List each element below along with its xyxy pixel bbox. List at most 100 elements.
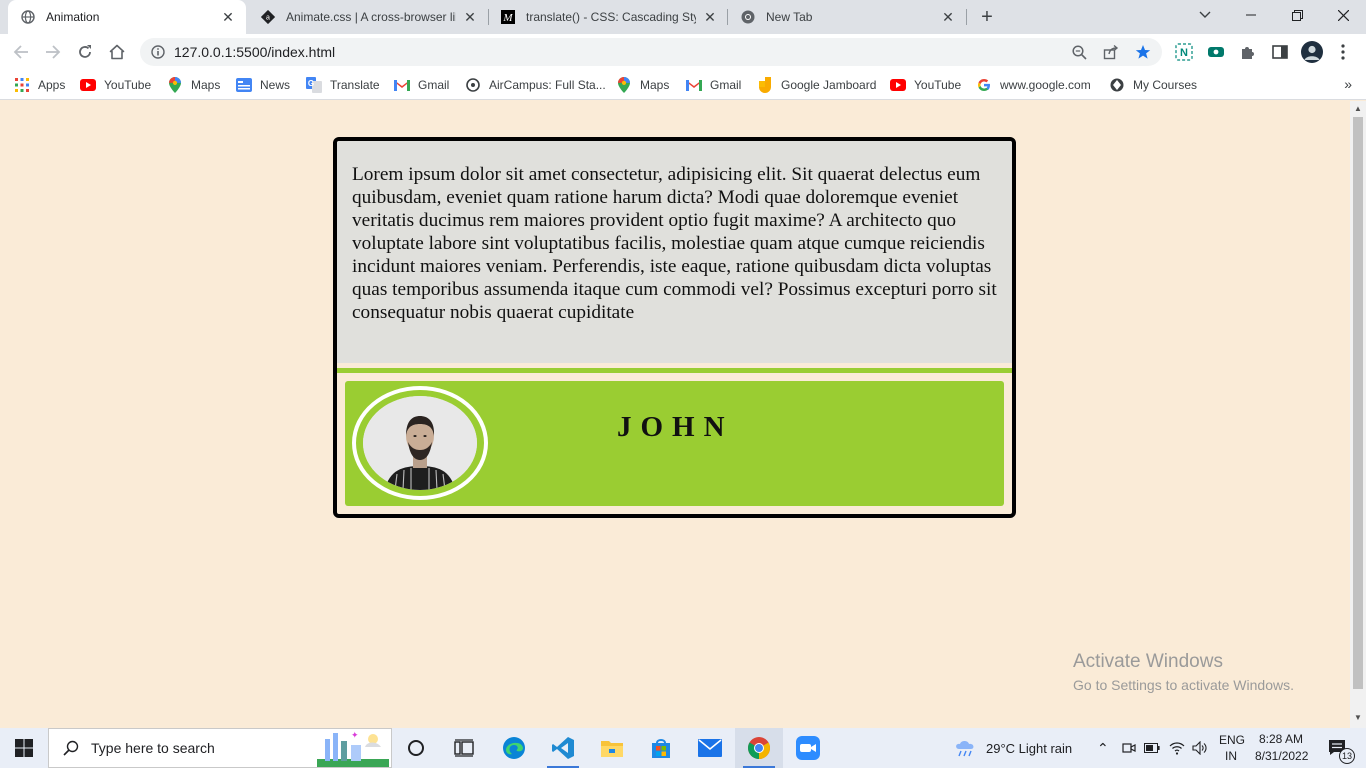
- new-tab-button[interactable]: +: [975, 5, 999, 29]
- svg-text:N: N: [1180, 47, 1188, 59]
- bookmark-label: Maps: [191, 78, 221, 92]
- notification-center-button[interactable]: 13: [1318, 728, 1358, 768]
- home-icon: [109, 44, 125, 60]
- bookmark-news[interactable]: News: [236, 76, 290, 94]
- tab-animate-css[interactable]: a Animate.css | A cross-browser lib ✕: [248, 0, 488, 34]
- bookmark-label: Maps: [640, 78, 670, 92]
- start-button[interactable]: [0, 728, 48, 768]
- bookmarks-bar: Apps YouTube Maps News G Translate Gmail: [0, 70, 1366, 100]
- weather-text[interactable]: 29°C Light rain: [986, 741, 1072, 756]
- bookmark-translate[interactable]: G Translate: [306, 76, 380, 94]
- forward-button[interactable]: [40, 39, 66, 65]
- taskbar-file-explorer[interactable]: [588, 728, 636, 768]
- share-icon[interactable]: [1103, 44, 1119, 60]
- close-icon[interactable]: ✕: [462, 9, 478, 25]
- chrome-icon: [748, 737, 770, 759]
- activate-windows-watermark: Activate Windows Go to Settings to activ…: [1073, 651, 1294, 693]
- profile-avatar[interactable]: [1301, 41, 1323, 63]
- bookmark-youtube-2[interactable]: YouTube: [890, 76, 961, 94]
- bookmark-label: Gmail: [710, 78, 742, 92]
- weather-widget[interactable]: [950, 728, 980, 768]
- taskbar-chrome[interactable]: [735, 728, 783, 768]
- taskbar-mail[interactable]: [686, 728, 734, 768]
- bookmark-label: www.google.com: [1000, 78, 1091, 92]
- language-line-1[interactable]: ENG: [1219, 733, 1245, 747]
- chrome-icon: [740, 9, 756, 25]
- svg-text:M: M: [502, 12, 513, 24]
- clock-date[interactable]: 8/31/2022: [1255, 749, 1308, 763]
- volume-button[interactable]: [1189, 728, 1211, 768]
- extension-n-icon[interactable]: N: [1175, 43, 1193, 61]
- bookmarks-overflow-button[interactable]: »: [1344, 76, 1352, 92]
- profile-name: JOHN: [617, 411, 734, 443]
- restore-button[interactable]: [1274, 0, 1320, 30]
- bookmark-my-courses[interactable]: My Courses: [1109, 76, 1197, 94]
- back-button[interactable]: [8, 39, 34, 65]
- clock-time[interactable]: 8:28 AM: [1259, 732, 1303, 746]
- network-button[interactable]: [1166, 728, 1188, 768]
- reload-button[interactable]: [72, 39, 98, 65]
- cortana-button[interactable]: [392, 728, 440, 768]
- taskbar-vscode[interactable]: [539, 728, 587, 768]
- minimize-button[interactable]: [1228, 0, 1274, 30]
- taskbar-store[interactable]: [637, 728, 685, 768]
- jamboard-icon: [757, 77, 773, 93]
- side-panel-icon[interactable]: [1271, 43, 1289, 61]
- menu-kebab-icon[interactable]: [1334, 43, 1352, 61]
- taskbar-zoom[interactable]: [784, 728, 832, 768]
- taskbar-search-box[interactable]: Type here to search ✦: [48, 728, 392, 768]
- news-icon: [236, 77, 252, 93]
- close-icon[interactable]: ✕: [940, 9, 956, 25]
- svg-text:G: G: [308, 79, 314, 88]
- scroll-up-arrow-icon[interactable]: ▲: [1354, 104, 1362, 113]
- info-icon[interactable]: [150, 44, 166, 60]
- page-scrollbar[interactable]: ▲ ▼: [1350, 101, 1366, 728]
- bookmark-label: YouTube: [914, 78, 962, 92]
- google-icon: [976, 77, 992, 93]
- bookmark-star-icon[interactable]: [1135, 44, 1151, 60]
- battery-button[interactable]: [1141, 728, 1163, 768]
- bookmark-maps[interactable]: Maps: [167, 76, 220, 94]
- globe-icon: [20, 9, 36, 25]
- scrollbar-thumb[interactable]: [1353, 117, 1363, 689]
- close-icon[interactable]: ✕: [702, 9, 718, 25]
- bookmark-gmail[interactable]: Gmail: [394, 76, 449, 94]
- bookmark-aircampus[interactable]: AirCampus: Full Sta...: [465, 76, 606, 94]
- tab-animation[interactable]: Animation ✕: [8, 0, 246, 34]
- store-icon: [652, 739, 670, 758]
- zoom-icon[interactable]: [1071, 44, 1087, 60]
- watermark-subtitle: Go to Settings to activate Windows.: [1073, 677, 1294, 693]
- avatar: [363, 396, 477, 490]
- windows-logo-icon: [15, 739, 33, 757]
- chevron-up-icon[interactable]: ⌃: [1097, 740, 1109, 757]
- close-icon[interactable]: ✕: [220, 9, 236, 25]
- search-highlight-illustration-icon: ✦: [317, 730, 389, 767]
- bookmark-google[interactable]: www.google.com: [976, 76, 1091, 94]
- language-line-2[interactable]: IN: [1225, 749, 1237, 763]
- task-view-button[interactable]: [440, 728, 488, 768]
- bookmark-gmail-2[interactable]: Gmail: [686, 76, 741, 94]
- profile-bar: JOHN: [345, 381, 1004, 506]
- bookmark-youtube[interactable]: YouTube: [80, 76, 151, 94]
- extensions-puzzle-icon[interactable]: [1239, 43, 1257, 61]
- svg-text:a: a: [266, 15, 270, 22]
- tab-search-button[interactable]: [1182, 0, 1228, 30]
- taskbar-edge[interactable]: [490, 728, 538, 768]
- address-bar[interactable]: 127.0.0.1:5500/index.html: [140, 38, 1162, 66]
- bookmark-apps[interactable]: Apps: [14, 76, 65, 94]
- cortana-circle-icon: [408, 740, 424, 756]
- tab-title: New Tab: [766, 10, 813, 24]
- home-button[interactable]: [104, 39, 130, 65]
- meet-now-button[interactable]: [1118, 728, 1140, 768]
- scroll-down-arrow-icon[interactable]: ▼: [1354, 713, 1362, 722]
- close-window-button[interactable]: [1320, 0, 1366, 30]
- bookmark-jamboard[interactable]: Google Jamboard: [757, 76, 876, 94]
- gmail-icon: [394, 77, 410, 93]
- tab-new-tab[interactable]: New Tab ✕: [728, 0, 966, 34]
- bookmark-maps-2[interactable]: Maps: [616, 76, 669, 94]
- tab-translate-mdn[interactable]: M translate() - CSS: Cascading Style ✕: [488, 0, 728, 34]
- bookmark-label: AirCampus: Full Sta...: [489, 78, 606, 92]
- extension-record-icon[interactable]: [1207, 43, 1225, 61]
- youtube-icon: [890, 77, 906, 93]
- bookmark-label: News: [260, 78, 291, 92]
